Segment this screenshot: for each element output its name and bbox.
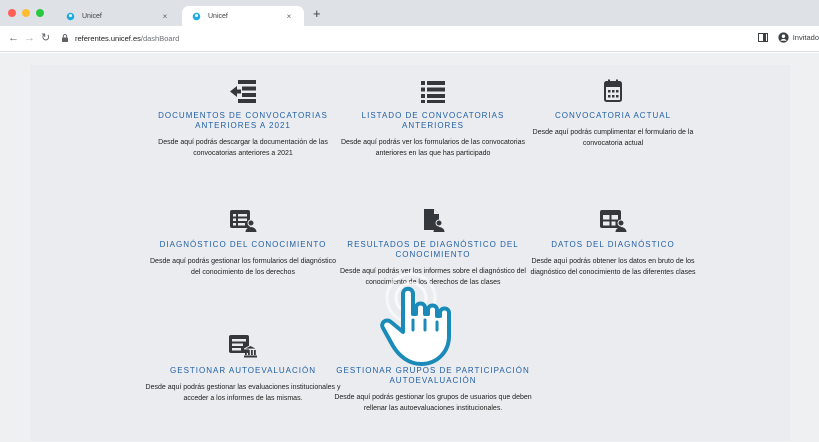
card-title: DIAGNÓSTICO DEL CONOCIMIENTO: [159, 240, 327, 249]
url-path: /dashBoard: [140, 33, 180, 43]
list-icon: [421, 81, 445, 103]
card-description: Desde aquí podrás ver los informes sobre…: [340, 268, 526, 286]
card-title: DOCUMENTOS DE CONVOCATORIAS ANTERIORES A…: [158, 111, 328, 130]
forward-button[interactable]: →: [24, 31, 35, 45]
reload-button[interactable]: ↻: [41, 31, 50, 45]
tab-title: Unicef: [208, 12, 228, 20]
calendar-icon: [604, 79, 622, 102]
card-description: Desde aquí podrás descargar la documenta…: [158, 139, 328, 157]
card-title: GESTIONAR AUTOEVALUACIÓN: [170, 366, 316, 375]
toolbar-actions: Invitado: [757, 32, 819, 43]
close-window-button[interactable]: [8, 9, 16, 17]
card-title: LISTADO DE CONVOCATORIAS ANTERIORES: [361, 111, 505, 130]
back-button[interactable]: ←: [8, 31, 19, 45]
card-gestionar-autoevaluacion[interactable]: GESTIONAR AUTOEVALUACIÓN Desde aquí podr…: [143, 334, 343, 404]
card-title: RESULTADOS DE DIAGNÓSTICO DEL CONOCIMIEN…: [347, 240, 519, 259]
card-description: Desde aquí podrás cumplimentar el formul…: [532, 129, 694, 147]
card-resultados-diagnostico[interactable]: RESULTADOS DE DIAGNÓSTICO DEL CONOCIMIEN…: [333, 208, 533, 288]
url-domain: referentes.unicef.es: [75, 33, 141, 43]
card-description: Desde aquí podrás ver los formularios de…: [340, 139, 526, 157]
card-documentos-anteriores[interactable]: DOCUMENTOS DE CONVOCATORIAS ANTERIORES A…: [143, 79, 343, 159]
unicef-favicon-icon: [192, 12, 201, 21]
tab-close-icon[interactable]: ×: [160, 12, 170, 21]
card-description: Desde aquí podrás obtener los datos en b…: [530, 258, 696, 276]
tab-title: Unicef: [82, 12, 102, 20]
list-user-icon: [230, 210, 257, 232]
form-institution-icon: [229, 335, 258, 358]
tab-bar: Unicef × Unicef × +: [0, 0, 819, 26]
minimize-window-button[interactable]: [22, 9, 30, 17]
list-table-icon: [421, 335, 445, 355]
card-description: Desde aquí podrás gestionar las evaluaci…: [145, 384, 341, 402]
card-title: DATOS DEL DIAGNÓSTICO: [551, 240, 675, 249]
unicef-favicon-icon: [66, 12, 75, 21]
tab-unicef-1[interactable]: Unicef ×: [56, 6, 180, 26]
tab-unicef-2[interactable]: Unicef ×: [182, 6, 304, 26]
lock-icon: [60, 33, 70, 43]
maximize-window-button[interactable]: [36, 9, 44, 17]
tab-close-icon[interactable]: ×: [284, 12, 294, 21]
address-bar[interactable]: referentes.unicef.es /dashBoard: [60, 30, 740, 46]
card-diagnostico-conocimiento[interactable]: DIAGNÓSTICO DEL CONOCIMIENTO Desde aquí …: [143, 208, 343, 278]
new-tab-button[interactable]: +: [313, 7, 321, 21]
card-description: Desde aquí podrás gestionar los grupos d…: [334, 394, 532, 412]
card-title: GESTIONAR GRUPOS DE PARTICIPACIÓN AUTOEV…: [336, 366, 530, 385]
page-content: DOCUMENTOS DE CONVOCATORIAS ANTERIORES A…: [0, 53, 819, 442]
card-description: Desde aquí podrás gestionar los formular…: [150, 258, 336, 276]
card-datos-diagnostico[interactable]: DATOS DEL DIAGNÓSTICO Desde aquí podrás …: [513, 208, 713, 278]
card-gestionar-grupos[interactable]: GESTIONAR GRUPOS DE PARTICIPACIÓN AUTOEV…: [328, 334, 538, 414]
profile-icon[interactable]: [778, 32, 789, 43]
toolbar: ← → ↻ referentes.unicef.es /dashBoard In…: [0, 26, 819, 52]
card-convocatoria-actual[interactable]: CONVOCATORIA ACTUAL Desde aquí podrás cu…: [513, 79, 713, 149]
file-user-icon: [424, 209, 445, 232]
card-listado-convocatorias[interactable]: LISTADO DE CONVOCATORIAS ANTERIORES Desd…: [333, 79, 533, 159]
side-panel-icon[interactable]: [757, 33, 768, 42]
table-user-icon: [600, 210, 627, 232]
profile-label[interactable]: Invitado: [793, 33, 819, 42]
file-import-icon: [230, 80, 256, 103]
card-title: CONVOCATORIA ACTUAL: [554, 111, 672, 120]
